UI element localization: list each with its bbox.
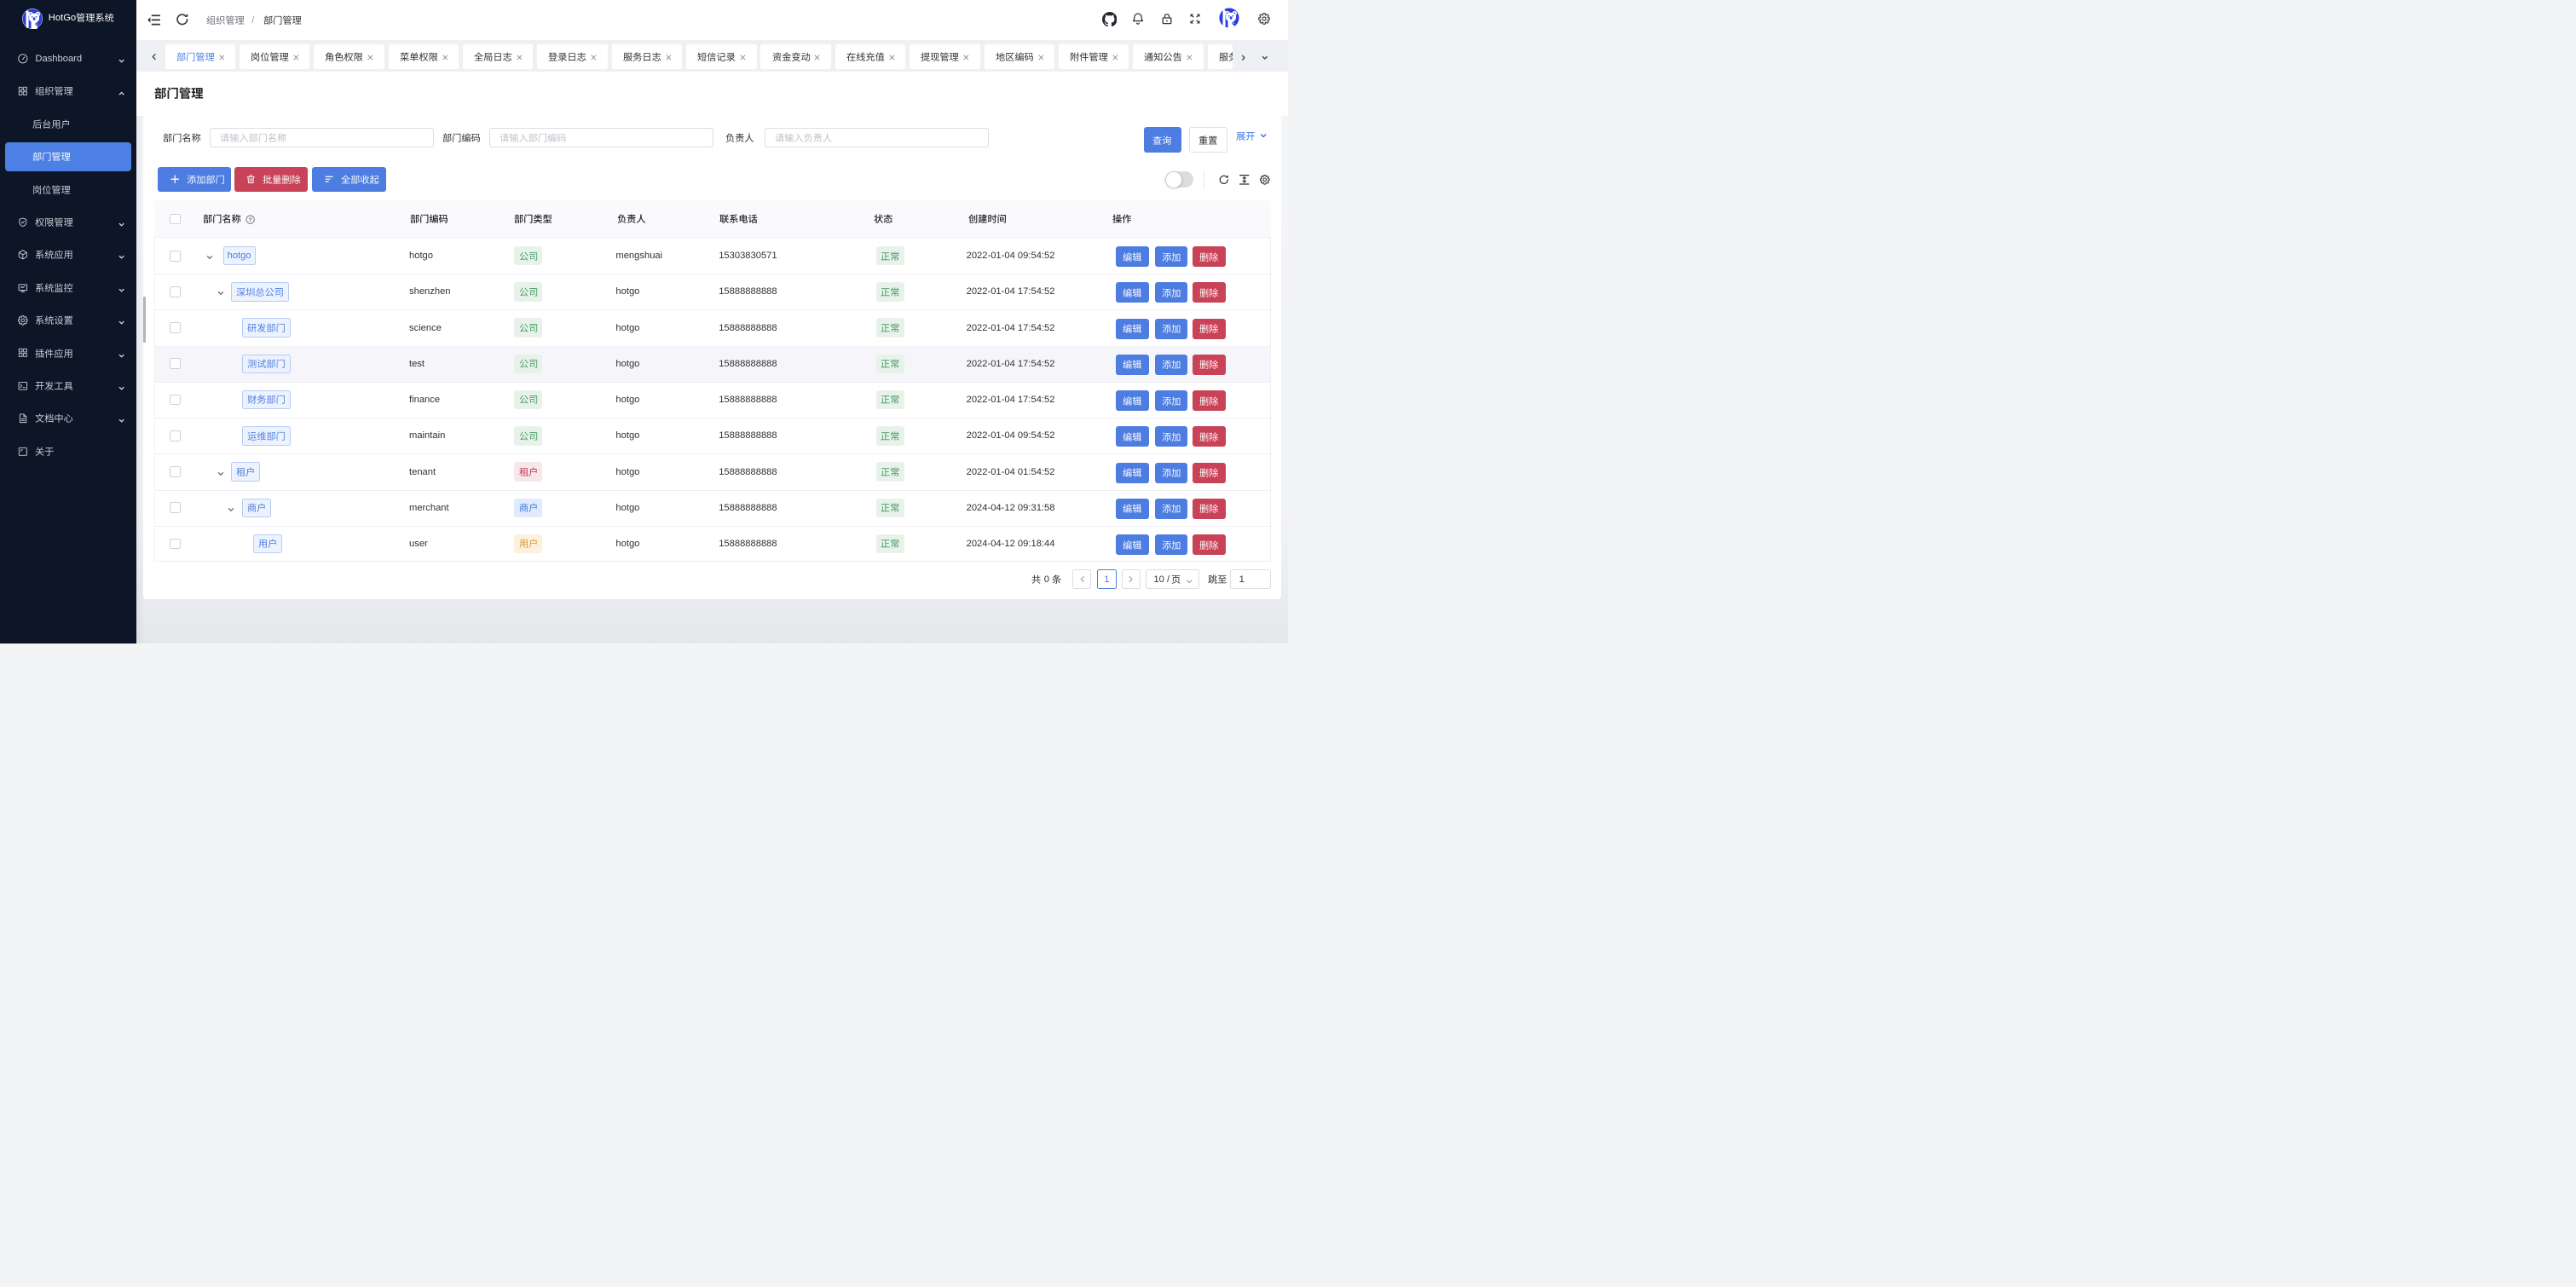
svg-text:?: ?: [249, 217, 252, 223]
